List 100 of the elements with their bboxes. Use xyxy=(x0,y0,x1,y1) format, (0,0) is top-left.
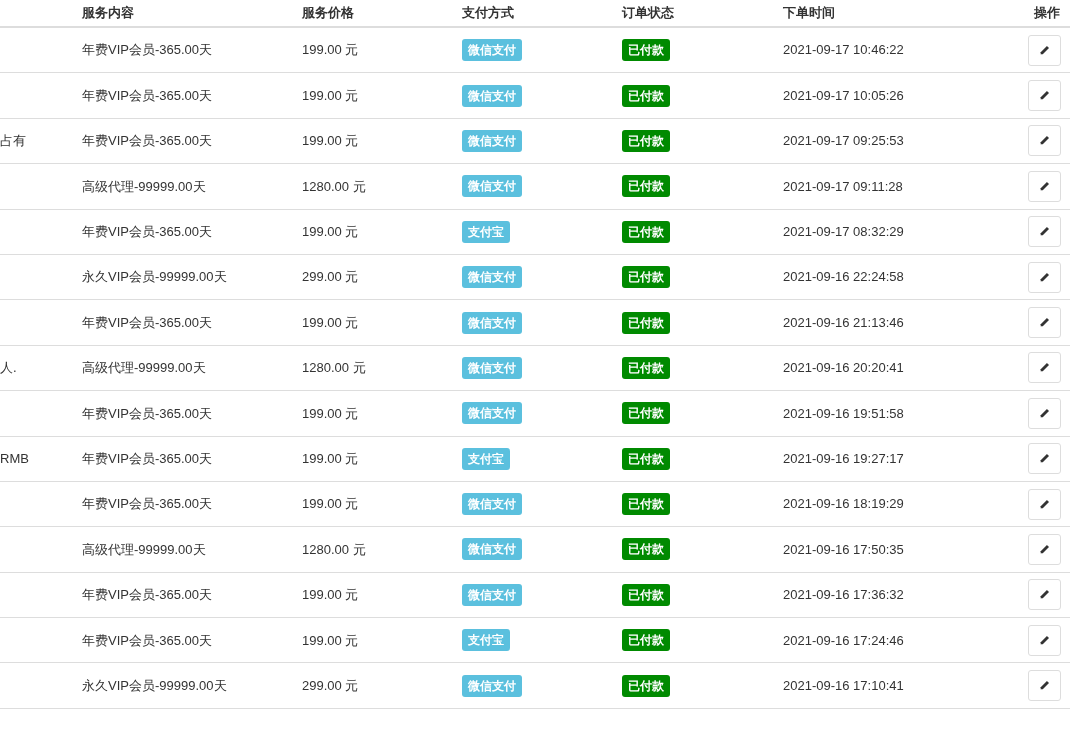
edit-button[interactable] xyxy=(1028,443,1061,475)
pencil-icon xyxy=(1039,44,1050,56)
edit-button[interactable] xyxy=(1028,216,1061,248)
service-cell-text: 年费VIP会员-365.00天 xyxy=(82,495,214,514)
price-cell-text: 199.00 元 xyxy=(302,86,360,105)
time-cell-text: 2021-09-17 09:25:53 xyxy=(783,132,905,151)
price-cell-text: 199.00 元 xyxy=(302,404,360,423)
service-cell-text: 年费VIP会员-365.00天 xyxy=(82,132,214,151)
payment-badge: 微信支付 xyxy=(462,175,522,198)
payment-badge: 支付宝 xyxy=(462,220,510,243)
time-cell-text: 2021-09-16 22:24:58 xyxy=(783,268,905,287)
edit-button[interactable] xyxy=(1028,670,1061,702)
pencil-icon xyxy=(1039,180,1050,192)
service-cell-text: 年费VIP会员-365.00天 xyxy=(82,86,214,105)
column-header: 订单状态 xyxy=(622,4,675,23)
edit-button[interactable] xyxy=(1028,579,1061,611)
price-cell-text: 1280.00 元 xyxy=(302,177,367,196)
status-badge: 已付款 xyxy=(622,175,670,198)
pencil-icon xyxy=(1039,544,1050,555)
status-badge: 已付款 xyxy=(622,629,670,652)
price-cell-text: 199.00 元 xyxy=(302,631,360,650)
edit-button[interactable] xyxy=(1028,397,1061,429)
edit-button[interactable] xyxy=(1028,125,1061,157)
column-header: 操作 xyxy=(1034,4,1061,23)
edit-button[interactable] xyxy=(1028,80,1061,112)
table-cell-text: RMB xyxy=(0,449,30,468)
time-cell-text: 2021-09-16 18:19:29 xyxy=(783,495,905,514)
payment-badge: 微信支付 xyxy=(462,583,522,606)
column-header: 服务价格 xyxy=(302,4,355,23)
status-badge: 已付款 xyxy=(622,39,670,62)
time-cell-text: 2021-09-16 17:24:46 xyxy=(783,631,905,650)
status-badge: 已付款 xyxy=(622,402,670,425)
service-cell-text: 年费VIP会员-365.00天 xyxy=(82,313,214,332)
price-cell-text: 299.00 元 xyxy=(302,676,360,695)
pencil-icon xyxy=(1039,362,1050,374)
service-cell-text: 年费VIP会员-365.00天 xyxy=(82,223,214,241)
payment-badge: 微信支付 xyxy=(462,538,522,561)
edit-button[interactable] xyxy=(1028,307,1061,339)
price-cell-text: 199.00 元 xyxy=(302,495,360,514)
pencil-icon xyxy=(1039,135,1050,147)
service-cell-text: 年费VIP会员-365.00天 xyxy=(82,449,214,468)
pencil-icon xyxy=(1039,271,1050,283)
pencil-icon xyxy=(1039,680,1050,692)
price-cell-text: 199.00 元 xyxy=(302,313,360,332)
edit-button[interactable] xyxy=(1028,352,1061,384)
edit-button[interactable] xyxy=(1028,261,1061,293)
time-cell-text: 2021-09-16 21:13:46 xyxy=(783,313,905,332)
price-cell-text: 1280.00 元 xyxy=(302,540,367,559)
table-cell-text: 占有 xyxy=(0,132,27,151)
service-cell-text: 高级代理-99999.00天 xyxy=(82,177,207,196)
status-badge: 已付款 xyxy=(622,583,670,606)
edit-button[interactable] xyxy=(1028,170,1061,202)
status-badge: 已付款 xyxy=(622,220,670,243)
edit-button[interactable] xyxy=(1028,624,1061,656)
payment-badge: 微信支付 xyxy=(462,356,522,379)
price-cell-text: 199.00 元 xyxy=(302,449,360,468)
pencil-icon xyxy=(1039,226,1050,238)
price-cell-text: 299.00 元 xyxy=(302,268,360,287)
pencil-icon xyxy=(1039,90,1050,102)
service-cell-text: 永久VIP会员-99999.00天 xyxy=(82,676,228,695)
service-cell-text: 年费VIP会员-365.00天 xyxy=(82,41,214,60)
time-cell-text: 2021-09-16 19:27:17 xyxy=(783,449,905,468)
status-badge: 已付款 xyxy=(622,311,670,334)
time-cell-text: 2021-09-17 10:05:26 xyxy=(783,86,905,105)
status-badge: 已付款 xyxy=(622,674,670,697)
time-cell-text: 2021-09-17 10:46:22 xyxy=(783,41,905,60)
edit-button[interactable] xyxy=(1028,534,1061,565)
payment-badge: 微信支付 xyxy=(462,39,522,62)
time-cell-text: 2021-09-17 08:32:29 xyxy=(783,223,905,241)
price-cell-text: 199.00 元 xyxy=(302,586,360,605)
column-header: 支付方式 xyxy=(462,4,515,23)
payment-badge: 微信支付 xyxy=(462,266,522,289)
pencil-icon xyxy=(1039,317,1050,329)
pencil-icon xyxy=(1039,634,1050,646)
service-cell-text: 永久VIP会员-99999.00天 xyxy=(82,268,228,287)
time-cell-text: 2021-09-16 20:20:41 xyxy=(783,359,905,378)
edit-button[interactable] xyxy=(1028,488,1061,520)
pencil-icon xyxy=(1039,407,1050,419)
payment-badge: 微信支付 xyxy=(462,84,522,107)
payment-badge: 支付宝 xyxy=(462,629,510,652)
service-cell-text: 高级代理-99999.00天 xyxy=(82,359,207,378)
status-badge: 已付款 xyxy=(622,447,670,470)
payment-badge: 微信支付 xyxy=(462,129,522,152)
payment-badge: 微信支付 xyxy=(462,493,522,516)
pencil-icon xyxy=(1039,498,1050,510)
price-cell-text: 199.00 元 xyxy=(302,223,360,241)
edit-button[interactable] xyxy=(1028,34,1061,66)
service-cell-text: 高级代理-99999.00天 xyxy=(82,540,207,559)
time-cell-text: 2021-09-16 17:10:41 xyxy=(783,676,905,695)
status-badge: 已付款 xyxy=(622,356,670,379)
price-cell-text: 1280.00 元 xyxy=(302,359,367,378)
time-cell-text: 2021-09-16 17:36:32 xyxy=(783,586,905,605)
column-header: 下单时间 xyxy=(783,4,836,23)
service-cell-text: 年费VIP会员-365.00天 xyxy=(82,586,214,605)
price-cell-text: 199.00 元 xyxy=(302,41,360,60)
status-badge: 已付款 xyxy=(622,84,670,107)
payment-badge: 支付宝 xyxy=(462,447,510,470)
service-cell-text: 年费VIP会员-365.00天 xyxy=(82,631,214,650)
column-header: 服务内容 xyxy=(82,4,135,23)
pencil-icon xyxy=(1039,589,1050,601)
